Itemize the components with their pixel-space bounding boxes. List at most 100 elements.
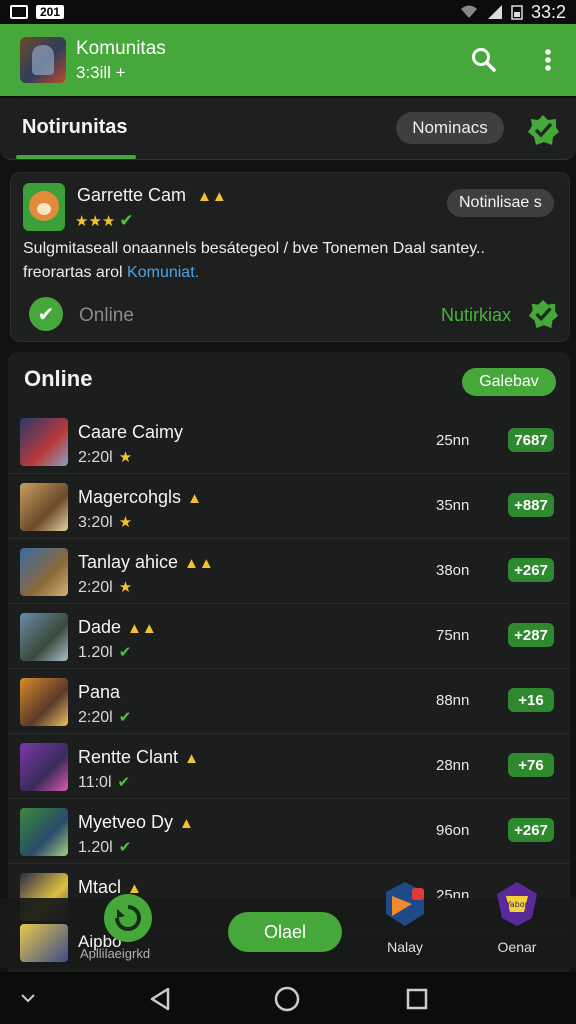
app-bar: Komunitas 3:3ill + [0, 24, 576, 96]
list-item[interactable]: Magercohgls ▲ 3:20l ★ 35nn +887 [8, 475, 570, 539]
game-card[interactable]: Garrette Cam ▲▲ ★★★ ✔ Notinlisae s Sulgmi… [10, 172, 570, 342]
oenar-emblem-icon: Yabor [497, 882, 537, 926]
player-name-line: Dade ▲▲ [78, 617, 157, 638]
more-options-button[interactable] [534, 46, 562, 74]
player-sub-line: 2:20l ✔ [78, 708, 131, 727]
nav-nalay[interactable]: Nalay [370, 880, 440, 955]
back-icon[interactable] [148, 986, 172, 1012]
tab-header: Notirunitas Nominacs [0, 98, 576, 160]
game-description: Sulgmitaseall onaannels besátegeol / bve… [23, 237, 553, 285]
crown-icon: ▲▲ [127, 620, 157, 637]
player-time: 2:20l [78, 579, 113, 596]
app-title: Komunitas [76, 37, 166, 59]
game-avatar [20, 548, 68, 596]
player-time: 11:0l [78, 774, 112, 791]
score-badge: +287 [508, 623, 554, 647]
community-avatar[interactable] [20, 37, 66, 83]
duration-label: 88nn [436, 692, 470, 709]
notification-pill-button[interactable]: Notinlisae s [447, 189, 554, 217]
player-name: Dade [78, 617, 122, 637]
player-name: Magercohgls [78, 487, 182, 507]
score-badge: 7687 [508, 428, 554, 452]
score-badge: +267 [508, 818, 554, 842]
player-name-line: Tanlay ahice ▲▲ [78, 552, 214, 573]
player-name: Myetveo Dy [78, 812, 174, 832]
clock: 33:2 [530, 1, 566, 22]
nav-nalay-label: Nalay [387, 939, 423, 955]
score-badge: +887 [508, 493, 554, 517]
notification-icon [10, 5, 28, 19]
refresh-icon [115, 905, 141, 931]
crown-icon: ▲ [187, 490, 202, 507]
nav-oenar-label: Oenar [497, 939, 537, 955]
chevron-down-icon[interactable] [20, 992, 36, 1004]
community-link[interactable]: Komuniat. [127, 264, 199, 281]
player-name-line: Rentte Clant ▲ [78, 747, 199, 768]
game-avatar [20, 808, 68, 856]
galebav-button[interactable]: Galebav [462, 368, 556, 396]
list-item[interactable]: Myetveo Dy ▲ 1.20l ✔ 96on +267 [8, 800, 570, 864]
star-icon: ★ [118, 514, 133, 531]
player-sub-line: 3:20l ★ [78, 513, 132, 532]
home-icon[interactable] [274, 986, 300, 1012]
nalay-emblem-icon [386, 882, 424, 926]
list-item[interactable]: Dade ▲▲ 1.20l ✔ 75nn +287 [8, 605, 570, 669]
list-item[interactable]: Caare Caimy 2:20l ★ 25nn 7687 [8, 410, 570, 474]
player-sub-line: 1.20l ✔ [78, 643, 131, 662]
list-item-thumbnail[interactable] [20, 924, 68, 962]
player-sub-line: 2:20l ★ [78, 578, 132, 597]
search-icon [472, 48, 496, 72]
player-name-line: Caare Caimy [78, 422, 189, 443]
game-icon [23, 183, 65, 231]
app-subtitle[interactable]: 3:3ill + [76, 63, 166, 83]
description-text: Sulgmitaseall onaannels besátegeol / bve… [23, 240, 485, 281]
player-time: 2:20l [78, 449, 113, 466]
player-time: 1.20l [78, 839, 113, 856]
player-name-line: Pana [78, 682, 126, 703]
online-list: Online Galebav Caare Caimy 2:20l ★ 25nn 7687… [8, 352, 570, 972]
player-name: Rentte Clant [78, 747, 179, 767]
list-item[interactable]: Pana 2:20l ✔ 88nn +16 [8, 670, 570, 734]
olael-button[interactable]: Olael [228, 912, 342, 952]
player-sub-line: 2:20l ★ [78, 448, 132, 467]
player-name: Pana [78, 682, 121, 702]
partial-item-subtitle: Apllilaeigrkd [80, 946, 151, 961]
refresh-fab[interactable] [104, 894, 152, 942]
crown-icon: ▲▲ [197, 188, 227, 205]
player-time: 1.20l [78, 644, 113, 661]
nutirkiax-link[interactable]: Nutirkiax [441, 305, 511, 326]
duration-label: 38on [436, 562, 470, 579]
recents-icon[interactable] [406, 988, 428, 1010]
search-button[interactable] [470, 46, 498, 74]
game-avatar [20, 678, 68, 726]
check-icon: ✔ [118, 709, 132, 726]
verified-badge-icon[interactable] [526, 114, 560, 146]
nav-oenar[interactable]: Yabor Oenar [482, 880, 552, 955]
player-sub-line: 1.20l ✔ [78, 838, 131, 857]
score-badge: +16 [508, 688, 554, 712]
verified-badge-icon[interactable] [527, 299, 559, 329]
score-badge: +76 [508, 753, 554, 777]
duration-label: 96on [436, 822, 470, 839]
online-status-label: Online [79, 305, 134, 326]
crown-icon: ▲ [179, 815, 194, 832]
check-icon: ✔ [117, 774, 131, 791]
crown-icon: ▲▲ [184, 555, 214, 572]
signal-icon [487, 5, 502, 19]
duration-label: 25nn [436, 432, 470, 449]
game-avatar [20, 613, 68, 661]
list-item[interactable]: Tanlay ahice ▲▲ 2:20l ★ 38on +267 [8, 540, 570, 604]
status-chip: 201 [36, 5, 65, 19]
player-time: 2:20l [78, 709, 113, 726]
duration-label: 28nn [436, 757, 470, 774]
duration-label: 35nn [436, 497, 470, 514]
player-time: 3:20l [78, 514, 113, 531]
player-name: Caare Caimy [78, 422, 184, 442]
crown-icon: ▲ [184, 750, 199, 767]
rating-stars: ★★★ [75, 213, 116, 230]
game-avatar [20, 483, 68, 531]
player-name-line: Magercohgls ▲ [78, 487, 202, 508]
tab-notirunitas[interactable]: Notirunitas [22, 116, 128, 139]
nominacs-button[interactable]: Nominacs [396, 112, 504, 144]
list-item[interactable]: Rentte Clant ▲ 11:0l ✔ 28nn +76 [8, 735, 570, 799]
